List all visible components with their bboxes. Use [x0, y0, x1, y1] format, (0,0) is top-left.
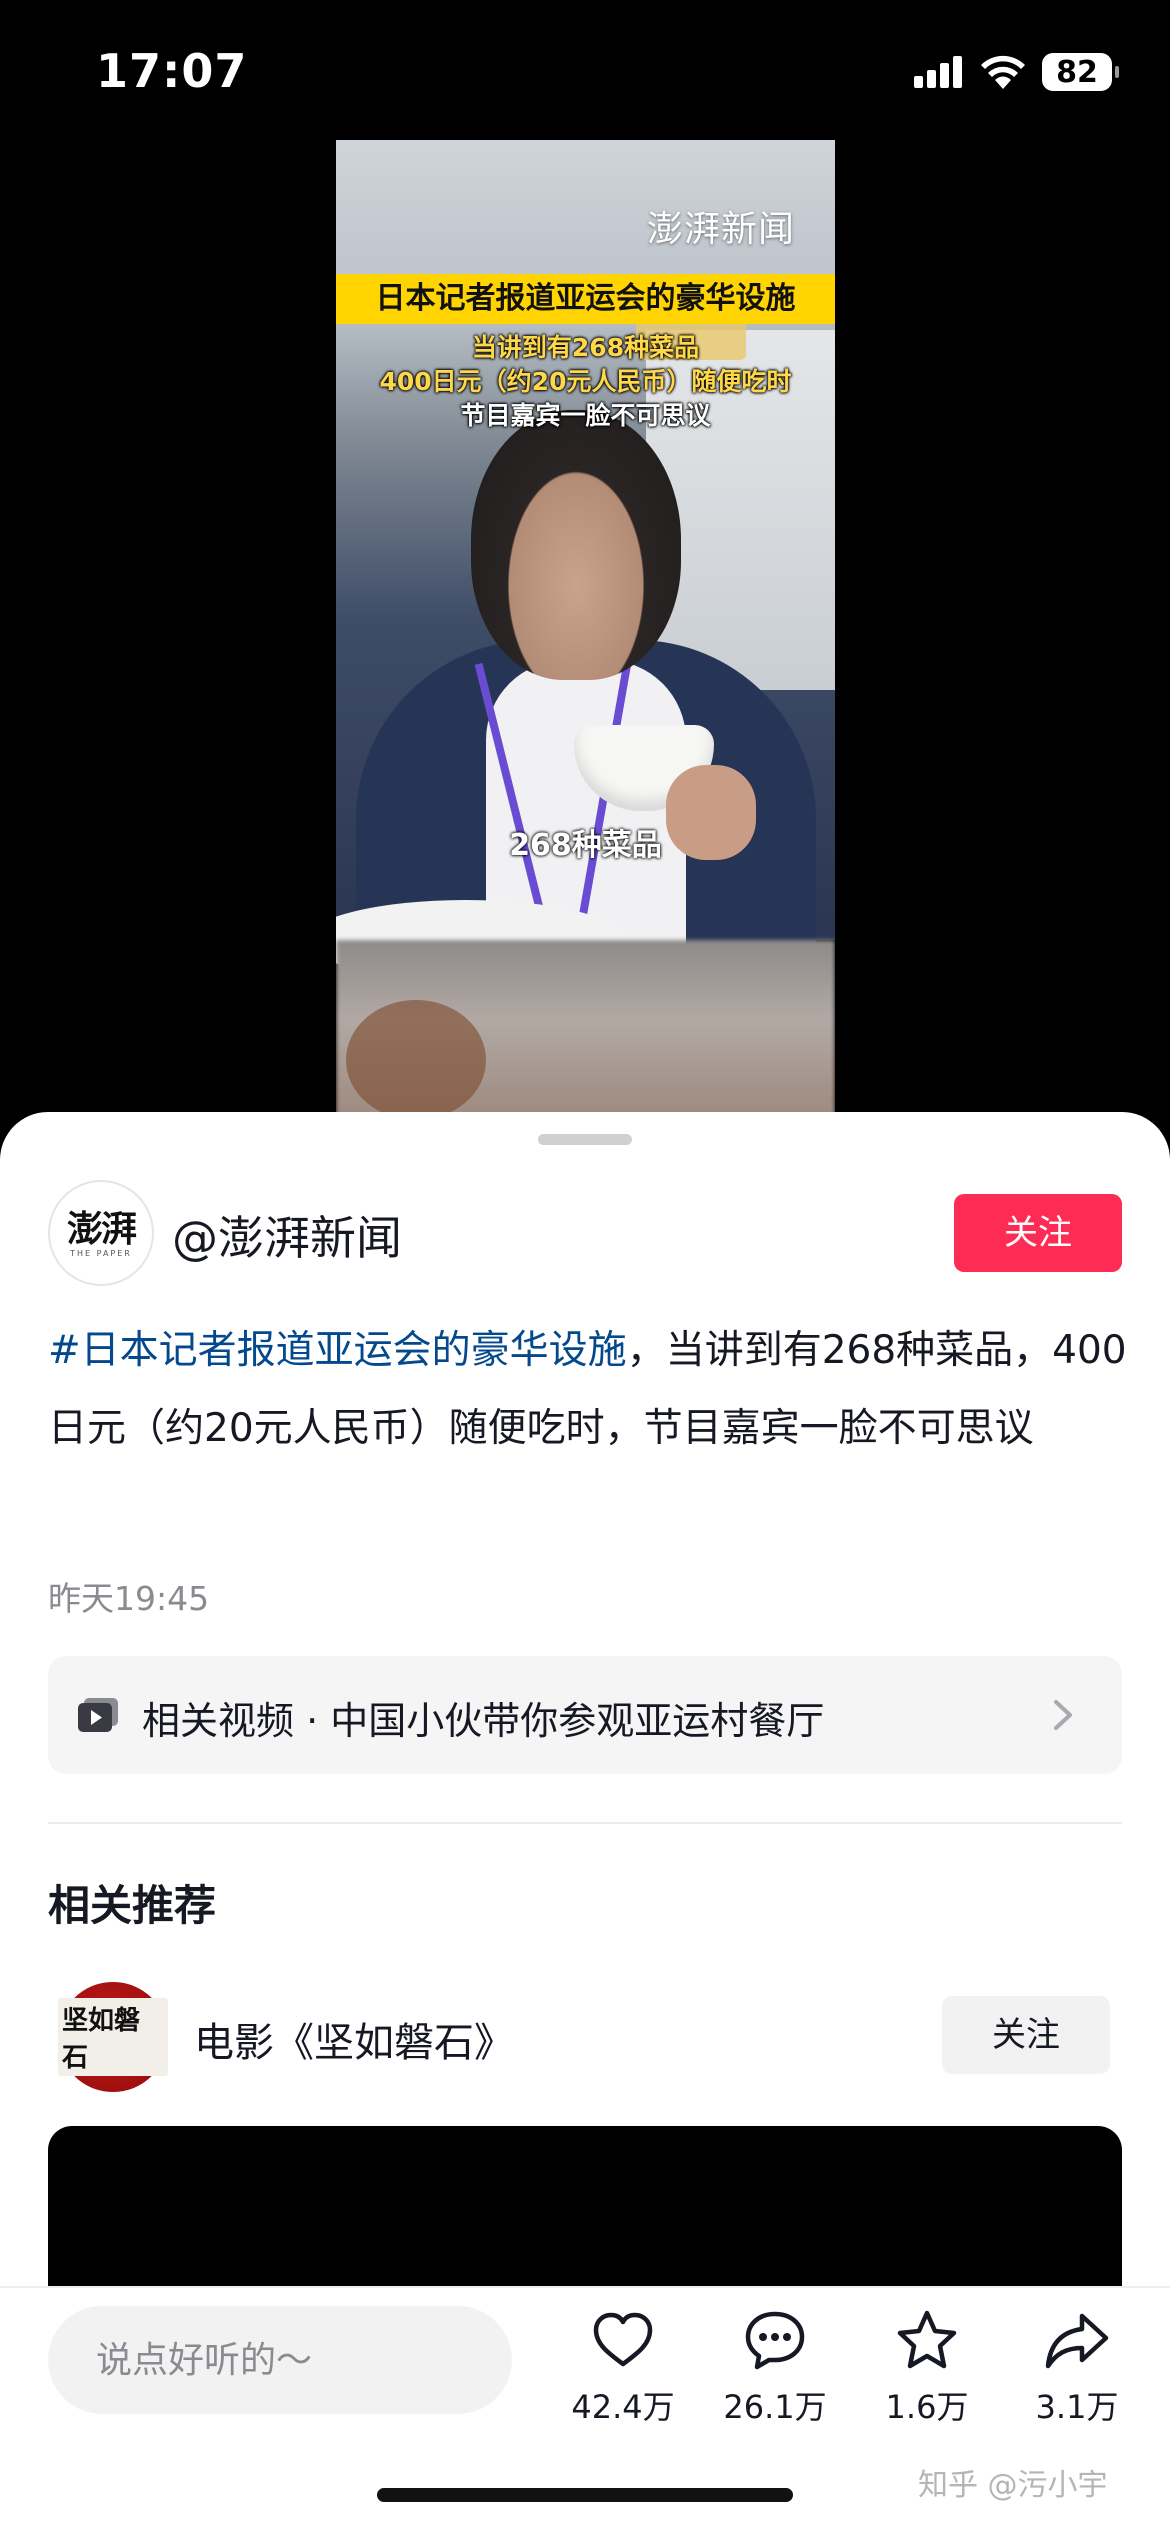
- video-food-blur: [346, 1000, 486, 1120]
- comment-input[interactable]: [48, 2306, 512, 2414]
- chevron-right-icon: [1054, 1700, 1072, 1730]
- section-divider: [48, 1822, 1122, 1824]
- status-time: 17:07: [96, 44, 248, 98]
- author-name[interactable]: @澎湃新闻: [172, 1202, 402, 1268]
- video-person-head: [471, 410, 681, 680]
- video-watermark-logo: 澎湃新闻: [647, 209, 796, 250]
- home-indicator[interactable]: [377, 2488, 793, 2502]
- follow-button[interactable]: 关注: [954, 1194, 1122, 1272]
- status-bar: 17:07 82: [0, 0, 1170, 140]
- bottom-action-bar: 42.4万 26.1万 1.6万 3.1万 知乎 @污小宇: [0, 2286, 1170, 2532]
- comment-count: 26.1万: [723, 2388, 827, 2426]
- recommendation-avatar-text: 坚如磐石: [58, 1998, 168, 2076]
- video-caption-line: 400日元（约20元人民币）随便吃时: [379, 367, 792, 396]
- post-description: #日本记者报道亚运会的豪华设施，当讲到有268种菜品，400日元（约20元人民币…: [48, 1312, 1128, 1468]
- source-watermark: 知乎 @污小宇: [918, 2468, 1108, 2503]
- video-caption-line: 节目嘉宾一脸不可思议: [460, 401, 711, 430]
- post-time: 昨天19:45: [48, 1579, 210, 1618]
- wifi-icon: [981, 55, 1025, 89]
- like-button[interactable]: 42.4万: [558, 2308, 688, 2428]
- heart-icon: [593, 2312, 653, 2367]
- author-avatar-subtext: THE PAPER: [70, 1248, 132, 1258]
- related-video-text: 相关视频 · 中国小伙带你参观亚运村餐厅: [142, 1699, 825, 1743]
- video-caption-line: 当讲到有268种菜品: [471, 333, 700, 362]
- signal-icon: [914, 56, 962, 88]
- recommendations-title: 相关推荐: [48, 1881, 217, 1930]
- favorite-button[interactable]: 1.6万: [862, 2308, 992, 2428]
- favorite-count: 1.6万: [885, 2388, 969, 2426]
- comment-button[interactable]: 26.1万: [710, 2308, 840, 2428]
- related-video-link[interactable]: 相关视频 · 中国小伙带你参观亚运村餐厅: [48, 1656, 1122, 1774]
- recommendation-video-card[interactable]: [48, 2126, 1122, 2296]
- star-icon: [897, 2310, 957, 2369]
- recommendation-avatar[interactable]: 坚如磐石: [58, 1982, 168, 2092]
- sheet-grabber[interactable]: [538, 1134, 632, 1145]
- video-title-banner: 日本记者报道亚运会的豪华设施: [336, 274, 835, 324]
- battery-icon: 82: [1042, 53, 1119, 91]
- share-icon: [1045, 2313, 1109, 2369]
- share-button[interactable]: 3.1万: [1012, 2308, 1142, 2428]
- like-count: 42.4万: [571, 2388, 675, 2426]
- status-indicators: 82: [914, 48, 1119, 96]
- post-hashtag[interactable]: #日本记者报道亚运会的豪华设施: [48, 1328, 627, 1373]
- video-player[interactable]: 澎湃新闻 日本记者报道亚运会的豪华设施 当讲到有268种菜品 400日元（约20…: [336, 140, 835, 1140]
- share-count: 3.1万: [1035, 2388, 1119, 2426]
- recommendation-name[interactable]: 电影《坚如磐石》: [194, 2010, 514, 2068]
- video-subtitle: 268种菜品: [509, 828, 662, 863]
- video-icon: [78, 1698, 118, 1732]
- comment-icon: [745, 2311, 805, 2370]
- author-avatar[interactable]: 澎湃 THE PAPER: [48, 1180, 154, 1286]
- recommendation-follow-button[interactable]: 关注: [942, 1996, 1110, 2074]
- author-avatar-logo: 澎湃: [66, 1207, 137, 1250]
